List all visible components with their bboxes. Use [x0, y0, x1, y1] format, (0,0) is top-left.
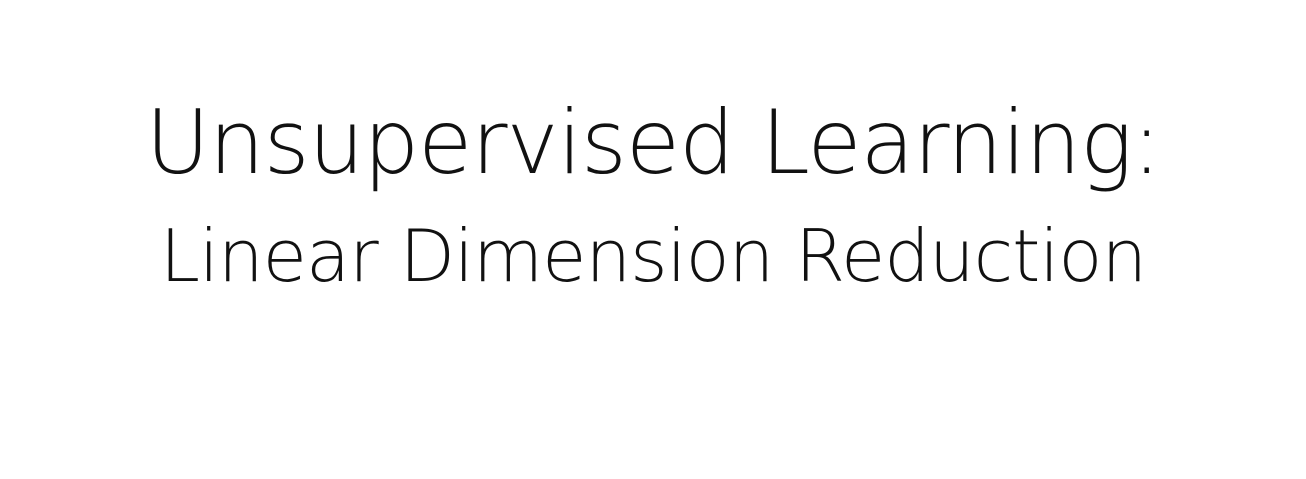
title-line-1: Unsupervised Learning:	[145, 91, 1162, 194]
slide-title: Unsupervised Learning: Linear Dimension …	[0, 84, 1306, 310]
title-line-2: Linear Dimension Reduction	[159, 214, 1147, 298]
slide: Unsupervised Learning: Linear Dimension …	[0, 0, 1306, 479]
